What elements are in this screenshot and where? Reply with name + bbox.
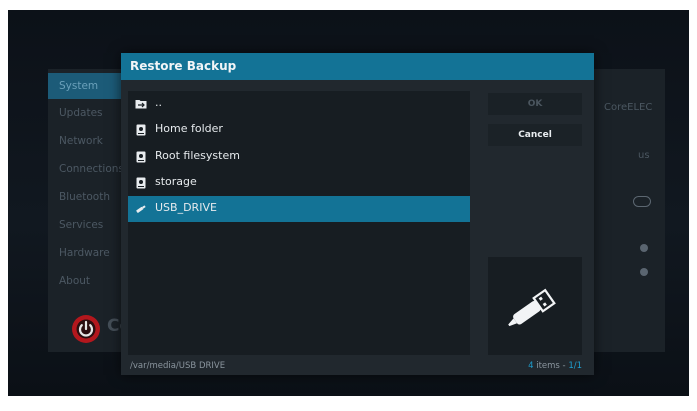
list-item-home-folder[interactable]: Home folder <box>128 117 470 143</box>
page-indicator: 1/1 <box>568 361 582 371</box>
dialog-header: Restore Backup <box>121 53 594 80</box>
restore-backup-dialog: Restore Backup .. Home folder Root files… <box>121 53 594 375</box>
list-item-storage[interactable]: storage <box>128 170 470 196</box>
folder-up-icon <box>135 100 147 109</box>
menu-item-network[interactable]: Network <box>48 127 128 155</box>
list-item-label: storage <box>155 175 197 188</box>
usb-icon <box>508 288 556 327</box>
menu-item-system[interactable]: System <box>48 73 128 99</box>
locale-label: us <box>638 150 650 161</box>
menu-item-hardware[interactable]: Hardware <box>48 239 128 267</box>
cancel-button[interactable]: Cancel <box>488 124 582 146</box>
screen: System Updates Network Connections Bluet… <box>8 10 689 396</box>
list-item-label: Root filesystem <box>155 149 240 162</box>
list-item-usb-drive[interactable]: USB_DRIVE <box>128 196 470 222</box>
setting-dot-icon <box>640 244 648 252</box>
usb-icon <box>136 205 146 213</box>
toggle-switch[interactable] <box>633 196 651 207</box>
settings-side-menu: System Updates Network Connections Bluet… <box>48 73 128 295</box>
power-logo-icon <box>72 315 100 343</box>
drive-icon <box>136 177 146 189</box>
dialog-title: Restore Backup <box>130 59 237 73</box>
thumbnail-preview <box>488 257 582 355</box>
list-item-label: .. <box>155 96 162 109</box>
drive-icon <box>136 124 146 136</box>
list-item-parent[interactable]: .. <box>128 91 470 117</box>
current-path: /var/media/USB DRIVE <box>130 361 226 371</box>
menu-item-connections[interactable]: Connections <box>48 155 128 183</box>
list-item-root-filesystem[interactable]: Root filesystem <box>128 144 470 170</box>
menu-item-updates[interactable]: Updates <box>48 99 128 127</box>
ok-button[interactable]: OK <box>488 93 582 115</box>
list-item-label: USB_DRIVE <box>155 201 217 214</box>
item-count: 4 items - 1/1 <box>528 361 582 371</box>
drive-icon <box>136 151 146 163</box>
file-list: .. Home folder Root filesystem storage U… <box>128 91 470 355</box>
menu-item-services[interactable]: Services <box>48 211 128 239</box>
item-count-label: items - <box>533 361 569 371</box>
list-item-label: Home folder <box>155 122 223 135</box>
setting-dot-icon <box>640 268 648 276</box>
menu-item-bluetooth[interactable]: Bluetooth <box>48 183 128 211</box>
menu-item-about[interactable]: About <box>48 267 128 295</box>
brand-label: CoreELEC <box>604 102 653 113</box>
